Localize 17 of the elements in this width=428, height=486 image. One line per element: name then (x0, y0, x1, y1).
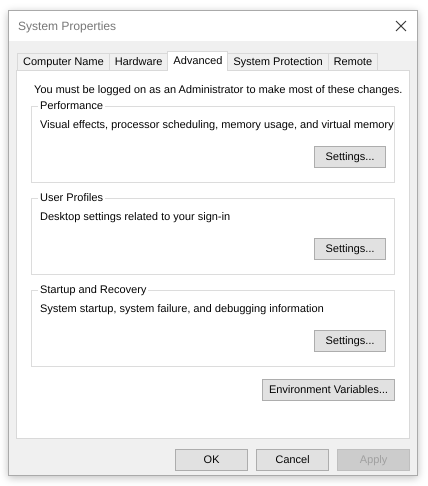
tab[interactable]: System Protection (227, 53, 329, 70)
tab[interactable]: Computer Name (17, 53, 110, 70)
settings-button[interactable]: Settings... (314, 238, 386, 260)
settings-button[interactable]: Settings... (314, 146, 386, 168)
tab[interactable]: Remote (328, 53, 378, 70)
group-description: Visual effects, processor scheduling, memory usage, and virtual memory (40, 118, 394, 132)
settings-button[interactable]: Settings... (314, 330, 386, 352)
dialog-button[interactable]: Cancel (256, 449, 329, 471)
group-description: System startup, system failure, and debugging information (40, 302, 324, 316)
window-title: System Properties (18, 19, 116, 33)
environment-variables-button[interactable]: Environment Variables... (262, 379, 395, 401)
group-description: Desktop settings related to your sign-in (40, 210, 230, 224)
dialog-button[interactable]: OK (175, 449, 248, 471)
group-title: Startup and Recovery (38, 283, 148, 297)
close-icon[interactable] (395, 20, 407, 32)
tab[interactable]: Advanced (167, 51, 228, 71)
admin-notice: You must be logged on as an Administrator to make most of these changes. (34, 83, 402, 97)
